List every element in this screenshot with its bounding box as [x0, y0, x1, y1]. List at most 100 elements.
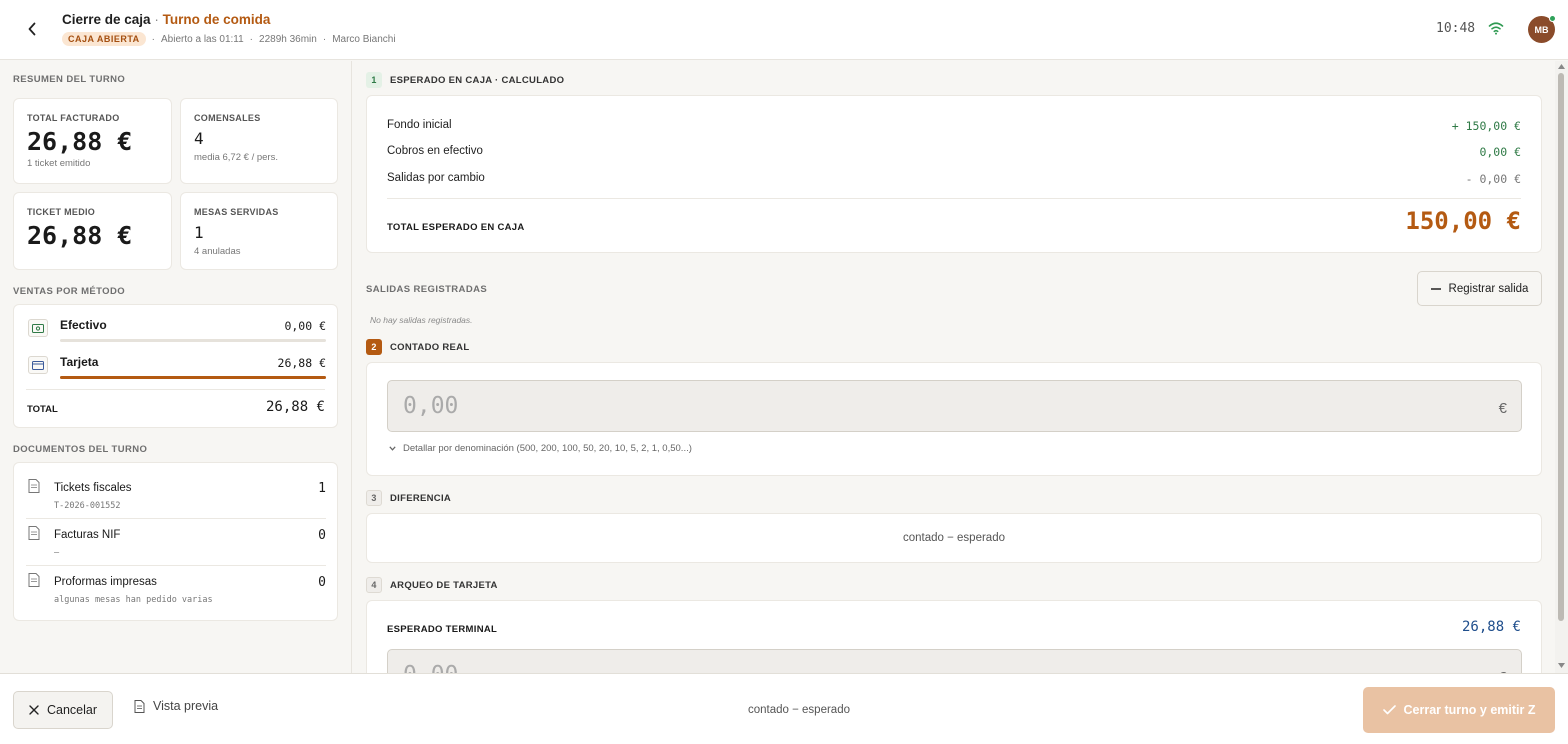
status-badge: CAJA ABIERTA	[62, 32, 146, 46]
stat-diners: COMENSALES 4 media 6,72 € / pers.	[180, 98, 338, 184]
document-count: 1	[318, 481, 326, 496]
document-sub: —	[54, 548, 60, 558]
step-label: ARQUEO DE TARJETA	[390, 579, 498, 591]
online-indicator	[1549, 15, 1556, 22]
avatar[interactable]: MB	[1528, 15, 1556, 43]
method-row-card: Tarjeta 26,88 €	[26, 352, 326, 382]
expected-row: Salidas por cambio - 0,00 €	[387, 172, 1521, 190]
document-sub: T-2026-001552	[54, 501, 121, 511]
list-item[interactable]: Facturas NIF — 0	[26, 520, 326, 566]
preview-button[interactable]: Vista previa	[134, 699, 218, 713]
method-bar-track	[60, 376, 326, 379]
register-outflow-button[interactable]: Registrar salida	[1417, 271, 1542, 306]
stat-label: TICKET MEDIO	[27, 207, 96, 217]
stat-sub: 1 ticket emitido	[27, 158, 91, 169]
card-check-card: ESPERADO TERMINAL 26,88 € 0,00 €	[366, 600, 1542, 673]
button-label: Vista previa	[153, 699, 219, 713]
document-icon	[28, 479, 40, 493]
close-shift-button[interactable]: Cerrar turno y emitir Z	[1363, 687, 1555, 733]
scrollbar-thumb[interactable]	[1558, 73, 1564, 621]
stat-avg-ticket: TICKET MEDIO 26,88 €	[13, 192, 172, 270]
top-bar: Cierre de caja · Turno de comida CAJA AB…	[0, 0, 1568, 60]
outflows-empty: No hay salidas registradas.	[370, 315, 473, 325]
list-item[interactable]: Tickets fiscales T-2026-001552 1	[26, 473, 326, 519]
document-sub: algunas mesas han pedido varias	[54, 595, 213, 605]
step-number: 4	[366, 577, 382, 593]
step-label: DIFERENCIA	[390, 492, 452, 504]
section-label-methods: VENTAS POR MÉTODO	[13, 286, 126, 297]
minus-icon	[1430, 287, 1441, 290]
stat-tables: MESAS SERVIDAS 1 4 anuladas	[180, 192, 338, 270]
back-button[interactable]	[22, 18, 42, 40]
user-name: Marco Bianchi	[332, 33, 396, 45]
input-placeholder: 0,00	[403, 393, 459, 419]
toggle-label: Detallar por denominación (500, 200, 100…	[403, 443, 692, 454]
shift-duration: 2289h 36min	[259, 33, 317, 45]
counted-amount-input[interactable]: 0,00 €	[387, 380, 1522, 432]
expected-total-value: 150,00 €	[1405, 207, 1521, 235]
step-number: 2	[366, 339, 382, 355]
denomination-toggle[interactable]: Detallar por denominación (500, 200, 100…	[389, 443, 692, 454]
section-label-outflows: SALIDAS REGISTRADAS	[366, 284, 488, 295]
session-info: CAJA ABIERTA · Abierto a las 01:11 · 228…	[62, 32, 396, 46]
scroll-down-icon[interactable]	[1557, 662, 1566, 669]
expected-row-value: 0,00 €	[1479, 145, 1521, 159]
subline-dot: ·	[151, 33, 156, 45]
difference-text: contado − esperado	[903, 532, 1005, 544]
shift-name: Turno de comida	[162, 12, 271, 27]
wifi-icon	[1488, 22, 1504, 35]
card-icon	[28, 356, 48, 374]
close-icon	[29, 705, 39, 715]
stat-label: MESAS SERVIDAS	[194, 207, 279, 217]
step-expected-header: 1 ESPERADO EN CAJA · CALCULADO	[366, 72, 564, 88]
button-label: Cancelar	[46, 703, 98, 717]
scrollbar[interactable]	[1555, 61, 1568, 673]
stat-sub: media 6,72 € / pers.	[194, 152, 278, 163]
stat-value: 26,88 €	[27, 127, 133, 156]
expected-row: Cobros en efectivo 0,00 €	[387, 145, 1521, 163]
cash-close-panel: 1 ESPERADO EN CAJA · CALCULADO Fondo ini…	[353, 61, 1555, 673]
document-icon	[28, 573, 40, 587]
expected-row-value: - 0,00 €	[1465, 172, 1521, 186]
document-name: Proformas impresas	[54, 576, 157, 588]
difference-card: contado − esperado	[366, 513, 1542, 563]
stat-total-billed: TOTAL FACTURADO 26,88 € 1 ticket emitido	[13, 98, 172, 184]
expected-row-value: + 150,00 €	[1451, 119, 1521, 133]
cash-icon	[28, 319, 48, 337]
document-name: Facturas NIF	[54, 529, 121, 541]
list-item[interactable]: Proformas impresas algunas mesas han ped…	[26, 567, 326, 613]
method-row-cash: Efectivo 0,00 €	[26, 315, 326, 345]
title-text: Cierre de caja	[62, 12, 151, 27]
section-label-summary: RESUMEN DEL TURNO	[13, 74, 126, 85]
method-name: Tarjeta	[60, 355, 99, 369]
divider	[387, 198, 1521, 199]
method-name: Efectivo	[60, 318, 107, 332]
methods-total-value: 26,88 €	[265, 399, 325, 415]
method-bar-track	[60, 339, 326, 342]
subline-dot: ·	[322, 33, 327, 45]
document-count: 0	[318, 575, 326, 590]
title-separator: ·	[154, 12, 159, 27]
stat-value: 26,88 €	[27, 221, 133, 250]
stat-label: COMENSALES	[194, 113, 261, 123]
stat-value: 4	[194, 129, 204, 148]
step-number: 3	[366, 490, 382, 506]
opened-time: Abierto a las 01:11	[161, 33, 244, 45]
scroll-up-icon[interactable]	[1557, 63, 1566, 70]
avatar-initials: MB	[1534, 24, 1549, 35]
cancel-button[interactable]: Cancelar	[13, 691, 113, 729]
input-placeholder: 0,00	[403, 662, 458, 673]
step-label: CONTADO REAL	[390, 341, 470, 353]
difference-summary: contado − esperado	[748, 704, 850, 716]
button-label: Cerrar turno y emitir Z	[1403, 703, 1536, 717]
counted-cash-card: 0,00 € Detallar por denominación (500, 2…	[366, 362, 1542, 476]
document-name: Tickets fiscales	[54, 482, 132, 494]
page-title: Cierre de caja · Turno de comida	[62, 12, 270, 27]
stat-value: 1	[194, 223, 204, 242]
methods-total-label: TOTAL	[27, 404, 58, 415]
step-label: ESPERADO EN CAJA · CALCULADO	[390, 74, 565, 86]
terminal-amount-input[interactable]: 0,00 €	[387, 649, 1522, 673]
shift-summary-panel: RESUMEN DEL TURNO TOTAL FACTURADO 26,88 …	[0, 61, 352, 673]
terminal-expected-label: ESPERADO TERMINAL	[387, 624, 498, 635]
terminal-expected-value: 26,88 €	[1461, 619, 1521, 635]
